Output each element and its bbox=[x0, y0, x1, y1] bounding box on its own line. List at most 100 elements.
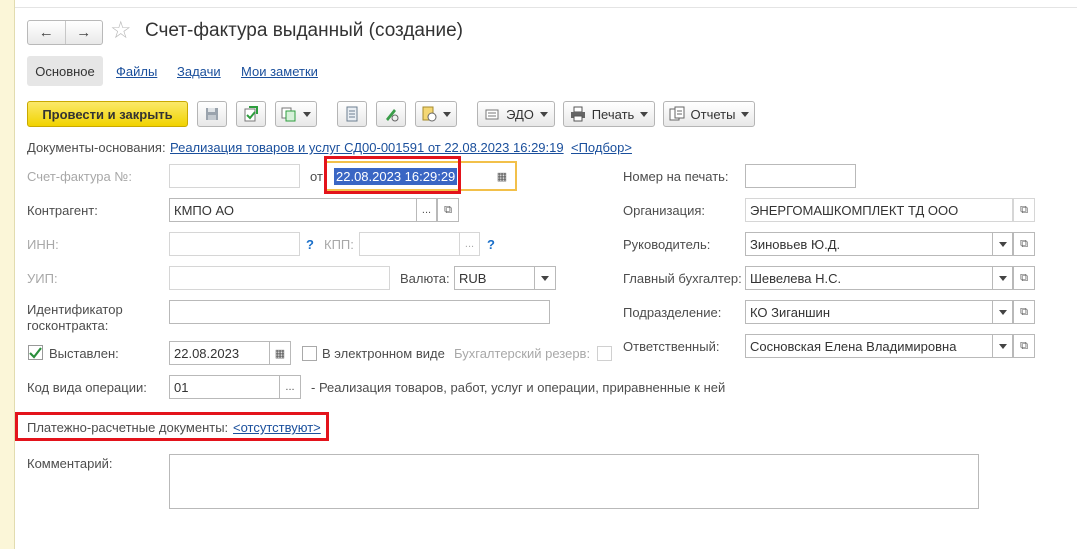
sign-button[interactable] bbox=[376, 101, 406, 127]
tab-files[interactable]: Файлы bbox=[116, 64, 157, 79]
post-document-icon bbox=[244, 106, 258, 122]
basis-select-link[interactable]: <Подбор> bbox=[571, 140, 632, 155]
open-link-icon[interactable]: ⧉ bbox=[437, 198, 459, 222]
printer-icon bbox=[570, 106, 585, 122]
chevron-down-icon bbox=[998, 309, 1007, 315]
kpp-help-icon[interactable]: ? bbox=[487, 237, 495, 252]
red-highlight-date bbox=[324, 156, 461, 194]
department-dropdown[interactable] bbox=[992, 300, 1013, 324]
organization-input[interactable]: ЭНЕРГОМАШКОМПЛЕКТ ТД ООО bbox=[745, 198, 1013, 222]
post-button[interactable] bbox=[236, 101, 266, 127]
chevron-down-icon bbox=[998, 343, 1007, 349]
reserve-label: Бухгалтерский резерв: bbox=[454, 346, 591, 361]
chief-accountant-input[interactable]: Шевелева Н.С. bbox=[745, 266, 993, 290]
kpp-label: КПП: bbox=[324, 237, 354, 252]
chevron-down-icon bbox=[998, 241, 1007, 247]
basis-document-link[interactable]: Реализация товаров и услуг СД00-001591 о… bbox=[170, 140, 564, 155]
counterparty-select-button[interactable]: ... bbox=[416, 198, 437, 222]
edo-label: ЭДО bbox=[506, 106, 534, 122]
responsible-dropdown[interactable] bbox=[992, 334, 1013, 358]
invoice-from-label: от bbox=[310, 169, 323, 184]
basis-label: Документы-основания: bbox=[27, 140, 166, 155]
open-link-icon[interactable]: ⧉ bbox=[1013, 198, 1035, 222]
pen-sign-icon bbox=[386, 109, 399, 122]
top-strip bbox=[0, 0, 1077, 8]
kpp-select-button[interactable]: ... bbox=[459, 232, 480, 256]
manager-label: Руководитель: bbox=[623, 237, 711, 252]
open-link-icon[interactable]: ⧉ bbox=[1013, 300, 1035, 324]
page-title: Счет-фактура выданный (создание) bbox=[145, 20, 463, 41]
issued-checkbox[interactable] bbox=[28, 345, 43, 360]
chevron-down-icon bbox=[443, 111, 451, 117]
operation-code-label: Код вида операции: bbox=[27, 380, 147, 395]
tab-my-notes[interactable]: Мои заметки bbox=[241, 64, 318, 79]
invoice-number-input[interactable] bbox=[169, 164, 300, 188]
invoice-number-label: Счет-фактура №: bbox=[27, 169, 132, 184]
save-button[interactable] bbox=[197, 101, 227, 127]
calendar-icon[interactable]: ▦ bbox=[269, 341, 291, 365]
reports-icon bbox=[669, 106, 685, 121]
calendar-icon[interactable]: ▦ bbox=[492, 164, 512, 188]
operation-code-select-button[interactable]: ... bbox=[279, 375, 301, 399]
currency-dropdown[interactable] bbox=[534, 266, 556, 290]
attachments-button[interactable] bbox=[415, 101, 457, 127]
payment-docs-label: Платежно-расчетные документы: bbox=[27, 420, 229, 435]
inn-help-icon[interactable]: ? bbox=[306, 237, 314, 252]
electronic-label: В электронном виде bbox=[322, 346, 445, 361]
structure-button[interactable] bbox=[337, 101, 367, 127]
checkmark-icon bbox=[29, 347, 42, 359]
nav-buttons: ← → bbox=[27, 20, 103, 45]
manager-dropdown[interactable] bbox=[992, 232, 1013, 256]
left-panel-edge bbox=[0, 0, 15, 549]
currency-input[interactable]: RUB bbox=[454, 266, 535, 290]
organization-label: Организация: bbox=[623, 203, 706, 218]
responsible-input[interactable]: Сосновская Елена Владимировна bbox=[745, 334, 993, 358]
reports-label: Отчеты bbox=[690, 106, 736, 122]
comment-label: Комментарий: bbox=[27, 456, 113, 471]
back-arrow-icon[interactable]: ← bbox=[28, 21, 66, 44]
responsible-label: Ответственный: bbox=[623, 339, 720, 354]
print-number-label: Номер на печать: bbox=[623, 169, 729, 184]
print-number-input[interactable] bbox=[745, 164, 856, 188]
open-link-icon[interactable]: ⧉ bbox=[1013, 232, 1035, 256]
issued-label: Выставлен: bbox=[49, 346, 119, 361]
comment-textarea[interactable] bbox=[169, 454, 979, 509]
floppy-disk-icon bbox=[206, 108, 218, 120]
chevron-down-icon bbox=[539, 111, 548, 117]
reports-button[interactable]: Отчеты bbox=[663, 101, 755, 127]
chevron-down-icon bbox=[541, 275, 549, 281]
open-link-icon[interactable]: ⧉ bbox=[1013, 334, 1035, 358]
tab-main[interactable]: Основное bbox=[27, 56, 103, 86]
manager-input[interactable]: Зиновьев Ю.Д. bbox=[745, 232, 993, 256]
chevron-down-icon bbox=[741, 111, 750, 117]
operation-code-input[interactable]: 01 bbox=[169, 375, 280, 399]
chief-accountant-dropdown[interactable] bbox=[992, 266, 1013, 290]
tab-tasks[interactable]: Задачи bbox=[177, 64, 221, 79]
kpp-input[interactable] bbox=[359, 232, 460, 256]
edo-button[interactable]: ЭДО bbox=[477, 101, 555, 127]
inn-label: ИНН: bbox=[27, 237, 59, 252]
print-button[interactable]: Печать bbox=[563, 101, 655, 127]
currency-label: Валюта: bbox=[400, 271, 450, 286]
favorite-star-icon[interactable]: ☆ bbox=[110, 17, 132, 45]
forward-arrow-icon[interactable]: → bbox=[66, 21, 103, 44]
operation-description: - Реализация товаров, работ, услуг и опе… bbox=[311, 380, 726, 395]
counterparty-input[interactable]: КМПО АО bbox=[169, 198, 417, 222]
department-input[interactable]: КО Зиганшин bbox=[745, 300, 993, 324]
uip-input[interactable] bbox=[169, 266, 390, 290]
create-based-on-button[interactable] bbox=[275, 101, 317, 127]
issued-date-input[interactable]: 22.08.2023 bbox=[169, 341, 270, 365]
electronic-checkbox[interactable] bbox=[302, 346, 317, 361]
create-based-on-icon bbox=[281, 107, 296, 122]
contract-id-input[interactable] bbox=[169, 300, 550, 324]
department-label: Подразделение: bbox=[623, 305, 722, 320]
chevron-down-icon bbox=[640, 111, 649, 117]
post-and-close-button[interactable]: Провести и закрыть bbox=[27, 101, 188, 127]
inn-input[interactable] bbox=[169, 232, 300, 256]
reserve-checkbox[interactable] bbox=[597, 346, 612, 361]
open-link-icon[interactable]: ⧉ bbox=[1013, 266, 1035, 290]
payment-docs-link[interactable]: <отсутствуют> bbox=[233, 420, 321, 435]
chevron-down-icon bbox=[303, 111, 311, 117]
document-clock-icon bbox=[422, 106, 437, 122]
print-label: Печать bbox=[591, 106, 635, 122]
